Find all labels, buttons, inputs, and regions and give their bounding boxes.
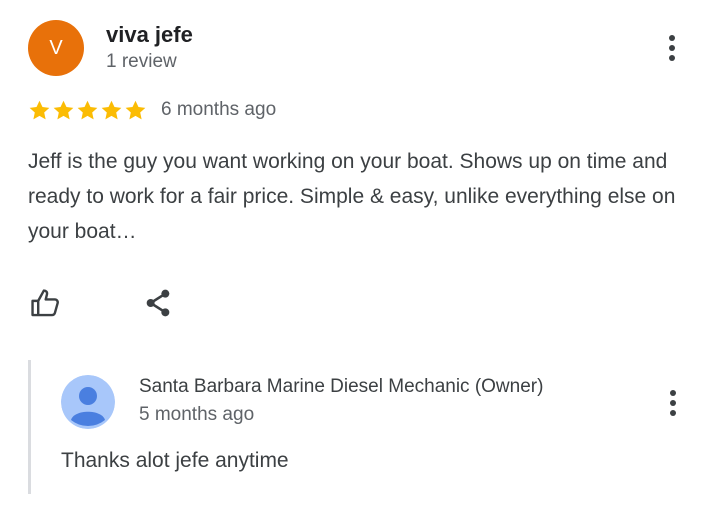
more-vert-icon xyxy=(670,390,676,396)
review-card: V viva jefe 1 review 6 months ago Jeff i… xyxy=(0,0,720,520)
owner-reply-text: Thanks alot jefe anytime xyxy=(61,449,289,472)
star-icon xyxy=(101,100,122,119)
avatar-initial: V xyxy=(49,36,63,59)
rating-row: 6 months ago xyxy=(28,97,276,123)
owner-reply-date: 5 months ago xyxy=(139,404,255,425)
star-icon xyxy=(29,100,50,119)
owner-avatar[interactable] xyxy=(61,375,115,429)
reviewer-name[interactable]: viva jefe xyxy=(106,22,193,48)
share-button[interactable] xyxy=(138,283,178,323)
share-icon xyxy=(146,289,170,317)
reply-more-options-button[interactable] xyxy=(661,383,685,423)
thumbs-up-icon xyxy=(31,289,59,317)
star-icon xyxy=(77,100,98,119)
reviewer-avatar[interactable]: V xyxy=(28,20,84,76)
star-icon xyxy=(125,100,146,119)
star-rating xyxy=(28,99,147,122)
review-more-options-button[interactable] xyxy=(660,28,684,68)
review-date: 6 months ago xyxy=(161,99,277,120)
review-text: Jeff is the guy you want working on your… xyxy=(28,150,676,243)
default-user-avatar-icon xyxy=(61,375,115,429)
owner-reply: Santa Barbara Marine Diesel Mechanic (Ow… xyxy=(28,360,711,494)
more-vert-icon xyxy=(669,35,675,41)
like-button[interactable] xyxy=(26,283,66,323)
owner-name[interactable]: Santa Barbara Marine Diesel Mechanic (Ow… xyxy=(139,376,543,398)
reviewer-review-count: 1 review xyxy=(106,51,177,72)
star-icon xyxy=(53,100,74,119)
